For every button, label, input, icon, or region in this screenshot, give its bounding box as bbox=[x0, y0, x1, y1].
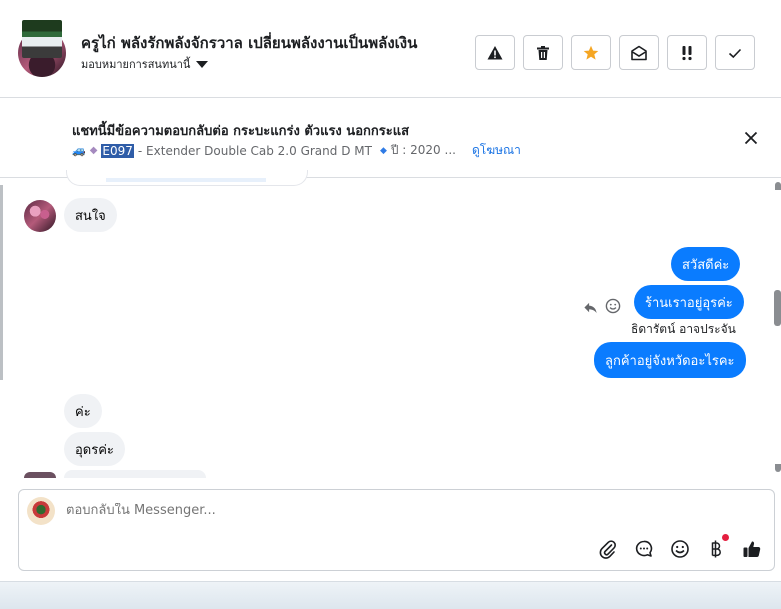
ad-title: แชทนี้มีข้อความตอบกลับต่อ กระบะแกร่ง ตัว… bbox=[72, 124, 410, 139]
message-composer bbox=[18, 489, 775, 571]
page-avatar bbox=[27, 497, 55, 525]
sender-name: ธิดารัตน์ อาจประจัน bbox=[631, 322, 736, 336]
close-icon bbox=[744, 131, 758, 145]
caret-down-icon bbox=[196, 60, 209, 68]
next-message-fragment bbox=[64, 470, 206, 478]
notification-dot bbox=[722, 534, 729, 541]
reply-icon[interactable] bbox=[582, 299, 598, 315]
double-exclamation-icon bbox=[682, 45, 692, 60]
emoji-button[interactable] bbox=[669, 538, 691, 560]
chat-bubble-icon bbox=[635, 540, 653, 557]
star-icon bbox=[583, 45, 599, 60]
contact-name[interactable]: ครูไก่ พลังรักพลังจักรวาล เปลี่ยนพลังงาน… bbox=[81, 31, 417, 55]
ad-details: 🚙 ◆ E097 - Extender Double Cab 2.0 Grand… bbox=[72, 141, 521, 160]
truck-icon: 🚙 bbox=[72, 144, 86, 157]
scroll-up-arrow[interactable] bbox=[775, 182, 781, 190]
assign-label: มอบหมายการสนทนานี้ bbox=[81, 58, 191, 71]
left-rail bbox=[0, 185, 3, 380]
message-incoming[interactable]: ค่ะ bbox=[64, 394, 102, 428]
done-button[interactable] bbox=[715, 35, 755, 70]
assign-conversation[interactable]: มอบหมายการสนทนานี้ bbox=[81, 55, 209, 73]
attach-button[interactable] bbox=[597, 538, 619, 560]
report-button[interactable] bbox=[475, 35, 515, 70]
trash-icon bbox=[537, 45, 549, 60]
contact-avatar-fragment bbox=[24, 472, 56, 478]
contact-avatar-small[interactable] bbox=[24, 200, 56, 232]
baht-icon bbox=[711, 540, 721, 558]
checkmark-icon bbox=[728, 48, 742, 58]
emoji-react-icon[interactable] bbox=[605, 298, 621, 314]
reply-input[interactable] bbox=[66, 503, 626, 518]
open-envelope-icon bbox=[631, 45, 647, 60]
saved-replies-button[interactable] bbox=[633, 538, 655, 560]
scrollbar-thumb[interactable] bbox=[774, 290, 781, 326]
ad-thumbnail[interactable] bbox=[22, 20, 62, 58]
ad-year: ปี : 2020 ... bbox=[390, 143, 456, 157]
paperclip-icon bbox=[599, 540, 616, 559]
smiley-icon bbox=[671, 540, 689, 558]
warning-icon bbox=[487, 45, 503, 59]
scroll-down-arrow[interactable] bbox=[775, 464, 781, 472]
mark-unread-button[interactable] bbox=[619, 35, 659, 70]
payment-button[interactable] bbox=[705, 538, 727, 560]
blue-diamond-icon: ◆ bbox=[379, 145, 387, 156]
message-outgoing[interactable]: ลูกค้าอยู่จังหวัดอะไรคะ bbox=[594, 342, 746, 378]
previous-message-fragment-highlight bbox=[106, 178, 266, 182]
priority-button[interactable] bbox=[667, 35, 707, 70]
close-banner-button[interactable] bbox=[741, 128, 761, 148]
ad-code: E097 bbox=[101, 143, 134, 158]
message-outgoing[interactable]: ร้านเราอยู่อุรค่ะ bbox=[634, 285, 744, 319]
message-incoming[interactable]: สนใจ bbox=[64, 198, 117, 232]
like-button[interactable] bbox=[741, 538, 763, 560]
view-ad-link[interactable]: ดูโฆษณา bbox=[472, 141, 521, 160]
message-incoming[interactable]: อุดรค่ะ bbox=[64, 432, 125, 466]
footer-strip bbox=[0, 582, 781, 609]
diamond-icon: ◆ bbox=[89, 145, 98, 156]
delete-button[interactable] bbox=[523, 35, 563, 70]
thumbs-up-icon bbox=[743, 541, 761, 558]
ad-detail-text: - Extender Double Cab 2.0 Grand D MT bbox=[137, 143, 372, 158]
star-button[interactable] bbox=[571, 35, 611, 70]
message-outgoing[interactable]: สวัสดีค่ะ bbox=[671, 247, 741, 281]
